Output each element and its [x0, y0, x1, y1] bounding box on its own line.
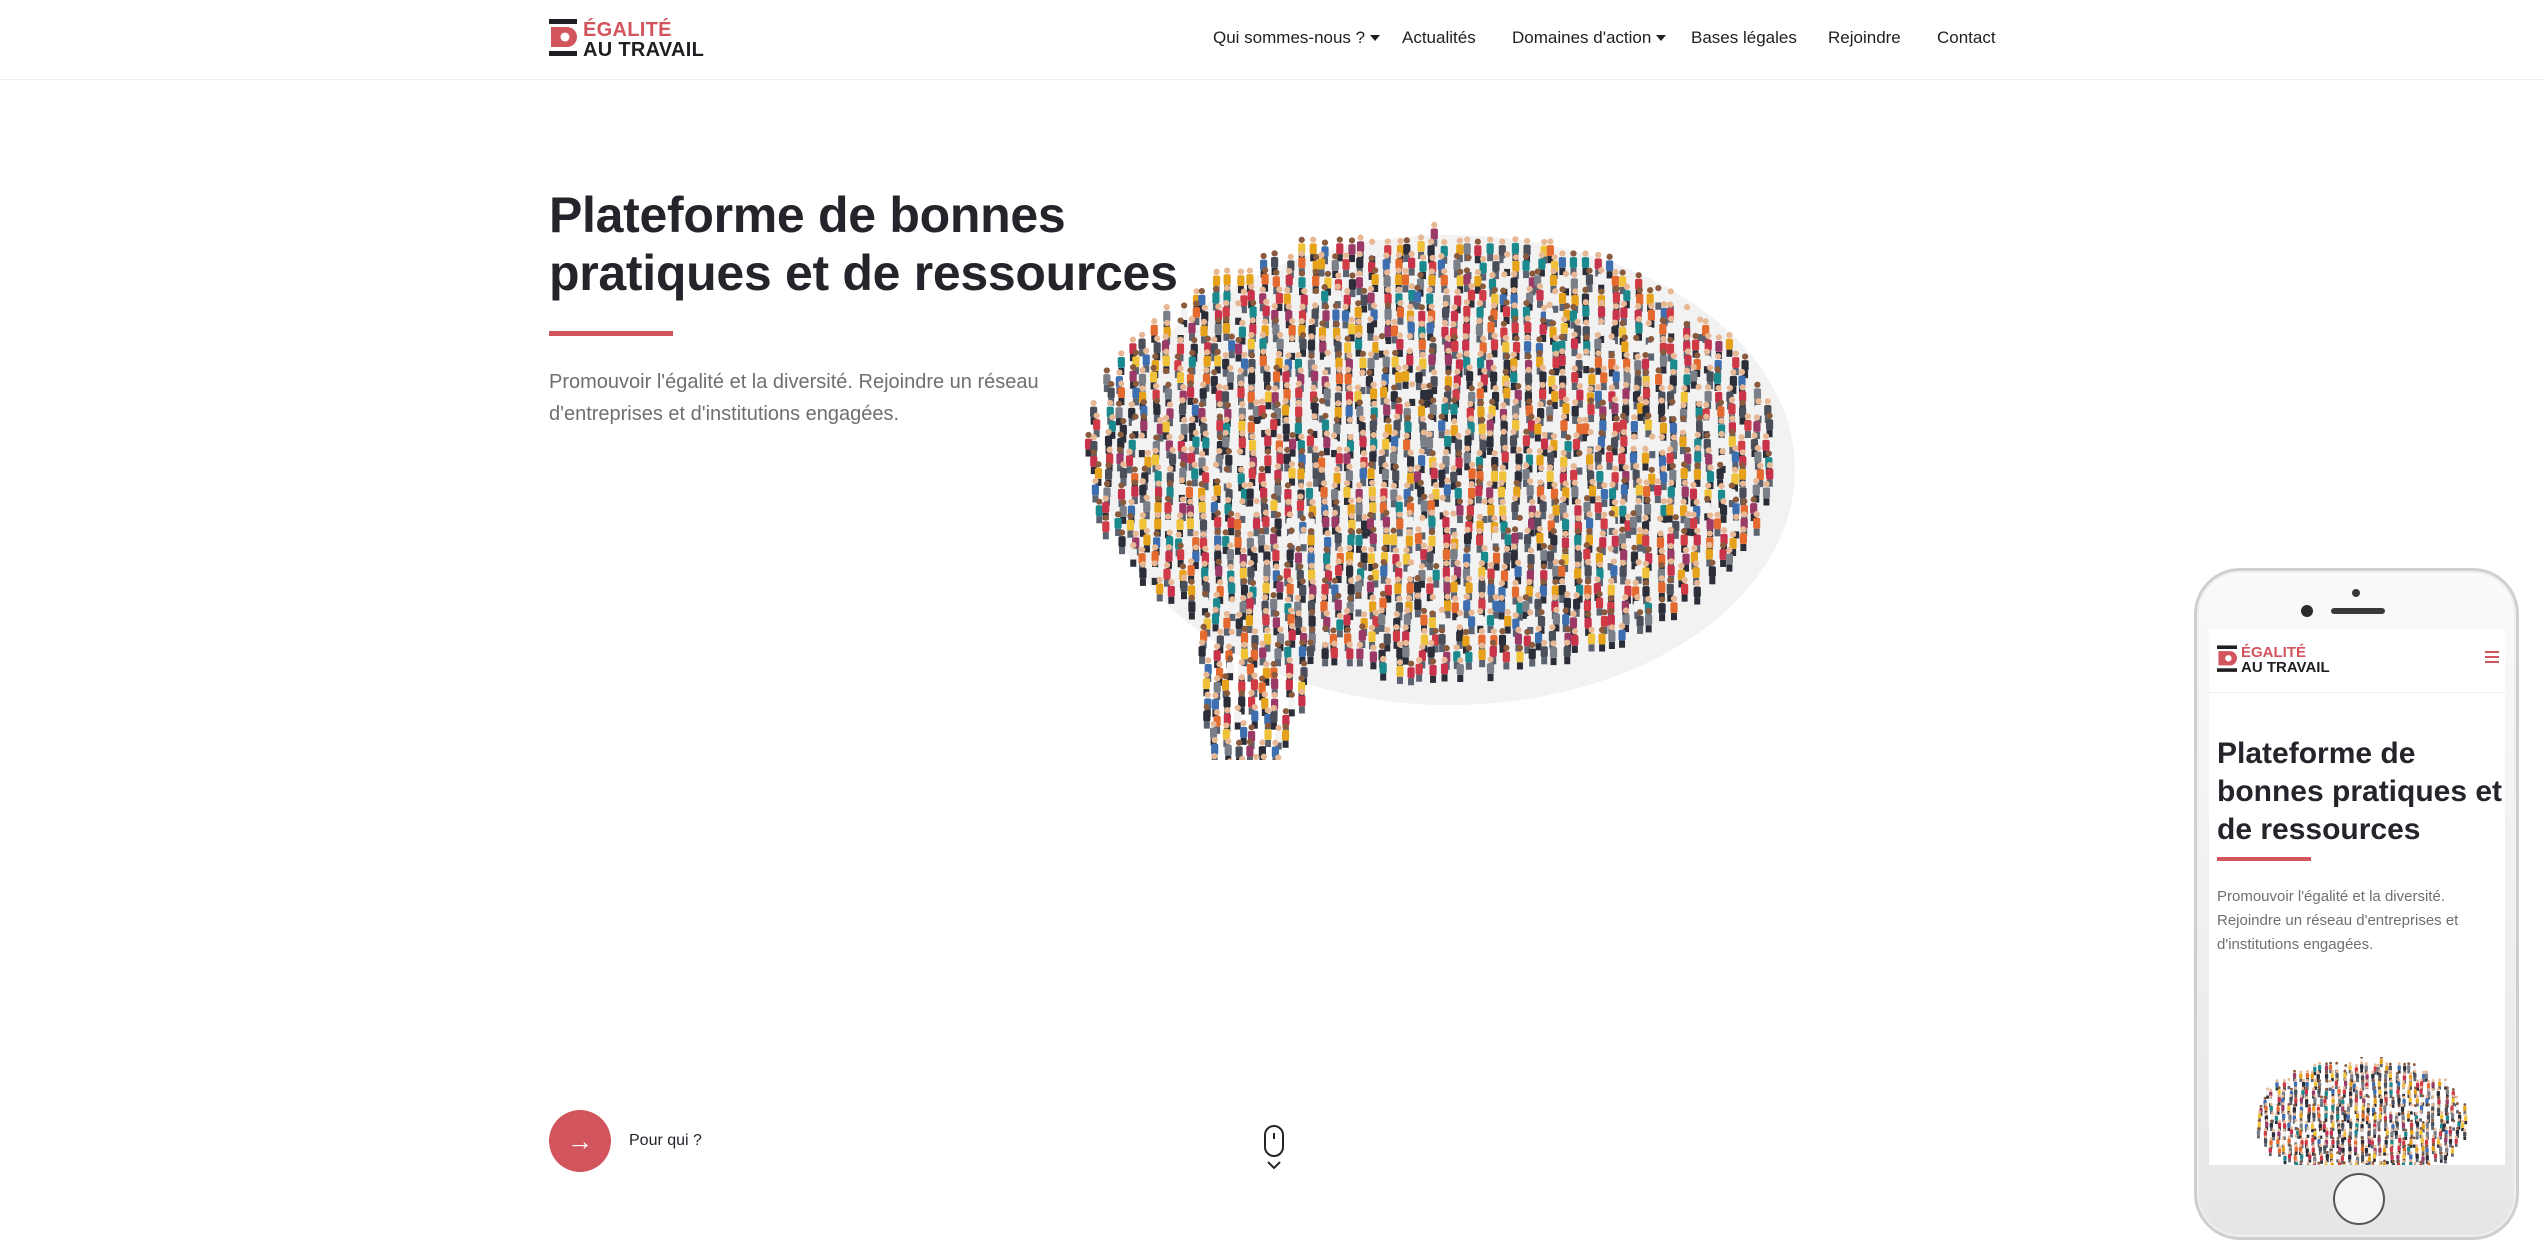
- mobile-logo[interactable]: ÉGALITÉ AU TRAVAIL: [2217, 645, 2337, 677]
- cta-label: Pour qui ?: [629, 1132, 702, 1149]
- logo-mark-icon: [2217, 645, 2237, 672]
- mobile-hero-title: Plateforme de bonnes pratiques et de res…: [2217, 737, 2503, 846]
- title-underline: [549, 331, 673, 336]
- nav-item-label: Bases légales: [1691, 28, 1797, 47]
- scroll-mouse-icon[interactable]: [1260, 1124, 1288, 1174]
- site-header: ÉGALITÉ AU TRAVAIL Qui sommes-nous ? Act…: [0, 0, 2544, 80]
- logo-line-2: AU TRAVAIL: [583, 39, 705, 61]
- site-logo[interactable]: ÉGALITÉ AU TRAVAIL: [549, 18, 709, 62]
- nav-item-label: Rejoindre: [1828, 28, 1901, 47]
- mobile-logo-line-2: AU TRAVAIL: [2241, 659, 2330, 676]
- nav-item-bases-legales[interactable]: Bases légales: [1691, 28, 1797, 48]
- arrow-right-icon: →: [549, 1110, 611, 1172]
- mobile-preview-screen: ÉGALITÉ AU TRAVAIL Plateforme de bonnes …: [2209, 629, 2505, 1165]
- nav-item-label: Actualités: [1402, 28, 1476, 47]
- nav-item-label: Contact: [1937, 28, 1996, 47]
- hero-subtitle: Promouvoir l'égalité et la diversité. Re…: [549, 371, 1039, 425]
- caret-down-icon: [1656, 35, 1667, 41]
- nav-item-actualites[interactable]: Actualités: [1402, 28, 1476, 48]
- logo-mark-icon: [549, 19, 577, 56]
- phone-speaker: [2331, 608, 2385, 614]
- mobile-logo-wordmark: ÉGALITÉ AU TRAVAIL: [2241, 645, 2330, 675]
- mobile-header: ÉGALITÉ AU TRAVAIL: [2209, 629, 2505, 693]
- phone-home-button: [2333, 1173, 2385, 1225]
- nav-item-rejoindre[interactable]: Rejoindre: [1828, 28, 1901, 48]
- mobile-hero-subtitle: Promouvoir l'égalité et la diversité. Re…: [2217, 888, 2459, 953]
- mobile-crowd-illustration: [2256, 1057, 2468, 1165]
- mobile-preview-device: ÉGALITÉ AU TRAVAIL Plateforme de bonnes …: [2194, 568, 2519, 1240]
- logo-line-1: ÉGALITÉ: [583, 19, 672, 41]
- mobile-title-underline: [2217, 857, 2311, 861]
- phone-camera: [2301, 605, 2313, 617]
- phone-sensor: [2352, 589, 2360, 597]
- nav-item-label: Domaines d'action: [1512, 28, 1652, 47]
- pour-qui-button[interactable]: → Pour qui ?: [549, 1110, 809, 1172]
- logo-wordmark: ÉGALITÉ AU TRAVAIL: [583, 20, 704, 60]
- nav-item-contact[interactable]: Contact: [1937, 28, 1996, 48]
- caret-down-icon: [1370, 35, 1381, 41]
- hamburger-menu-icon[interactable]: [2485, 651, 2499, 663]
- nav-item-label: Qui sommes-nous ?: [1213, 28, 1366, 47]
- nav-item-domaines-daction[interactable]: Domaines d'action: [1512, 28, 1667, 48]
- speech-bubble-crowd-illustration: [1084, 221, 1795, 760]
- nav-item-qui-sommes-nous[interactable]: Qui sommes-nous ?: [1213, 28, 1381, 48]
- mobile-logo-line-1: ÉGALITÉ: [2241, 644, 2307, 661]
